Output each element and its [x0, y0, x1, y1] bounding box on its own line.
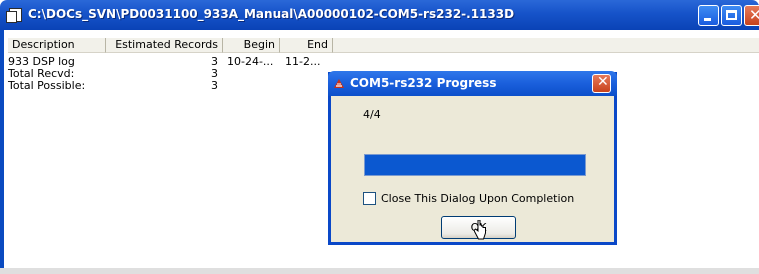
title-bar[interactable]: C:\DOCs_SVN\PD0031100_933A_Manual\A00000…	[0, 0, 759, 30]
column-header-filler	[333, 38, 759, 53]
document-icon	[6, 8, 22, 23]
row-records: 3	[211, 67, 218, 80]
row-records: 3	[211, 55, 218, 68]
maximize-button[interactable]	[721, 5, 742, 26]
column-header-end[interactable]: End	[280, 38, 333, 53]
minimize-icon	[704, 18, 711, 21]
close-button[interactable]: ✕	[744, 5, 759, 26]
dialog-title: COM5-rs232 Progress	[350, 76, 497, 90]
progress-bar	[364, 154, 586, 176]
window-frame-left	[0, 30, 4, 274]
dialog-title-bar[interactable]: COM5-rs232 Progress ✕	[328, 71, 617, 96]
close-on-completion-checkbox[interactable]	[363, 192, 376, 205]
close-icon: ✕	[749, 6, 759, 24]
column-header-description[interactable]: Description	[8, 38, 106, 53]
row-end: 11-2...	[285, 55, 321, 68]
minimize-button[interactable]	[698, 5, 719, 26]
progress-count: 4/4	[363, 108, 381, 121]
checkbox-label[interactable]: Close This Dialog Upon Completion	[381, 192, 574, 205]
window-title: C:\DOCs_SVN\PD0031100_933A_Manual\A00000…	[28, 7, 515, 21]
close-icon: ✕	[597, 74, 609, 90]
progress-bar-fill	[365, 155, 585, 175]
window-frame-bottom	[0, 268, 759, 274]
column-header-estimated-records[interactable]: Estimated Records	[106, 38, 223, 53]
maximize-icon	[726, 10, 737, 20]
main-window: C:\DOCs_SVN\PD0031100_933A_Manual\A00000…	[0, 0, 759, 274]
row-description: Total Possible:	[8, 79, 86, 92]
dialog-close-button[interactable]: ✕	[592, 74, 611, 93]
row-records: 3	[211, 79, 218, 92]
progress-dialog: COM5-rs232 Progress ✕ 4/4 Close This Dia…	[328, 71, 617, 245]
app-logo-icon	[334, 79, 344, 88]
mouse-pointer-icon	[474, 220, 486, 240]
column-header-begin[interactable]: Begin	[223, 38, 280, 53]
row-begin: 10-24-...	[227, 55, 274, 68]
